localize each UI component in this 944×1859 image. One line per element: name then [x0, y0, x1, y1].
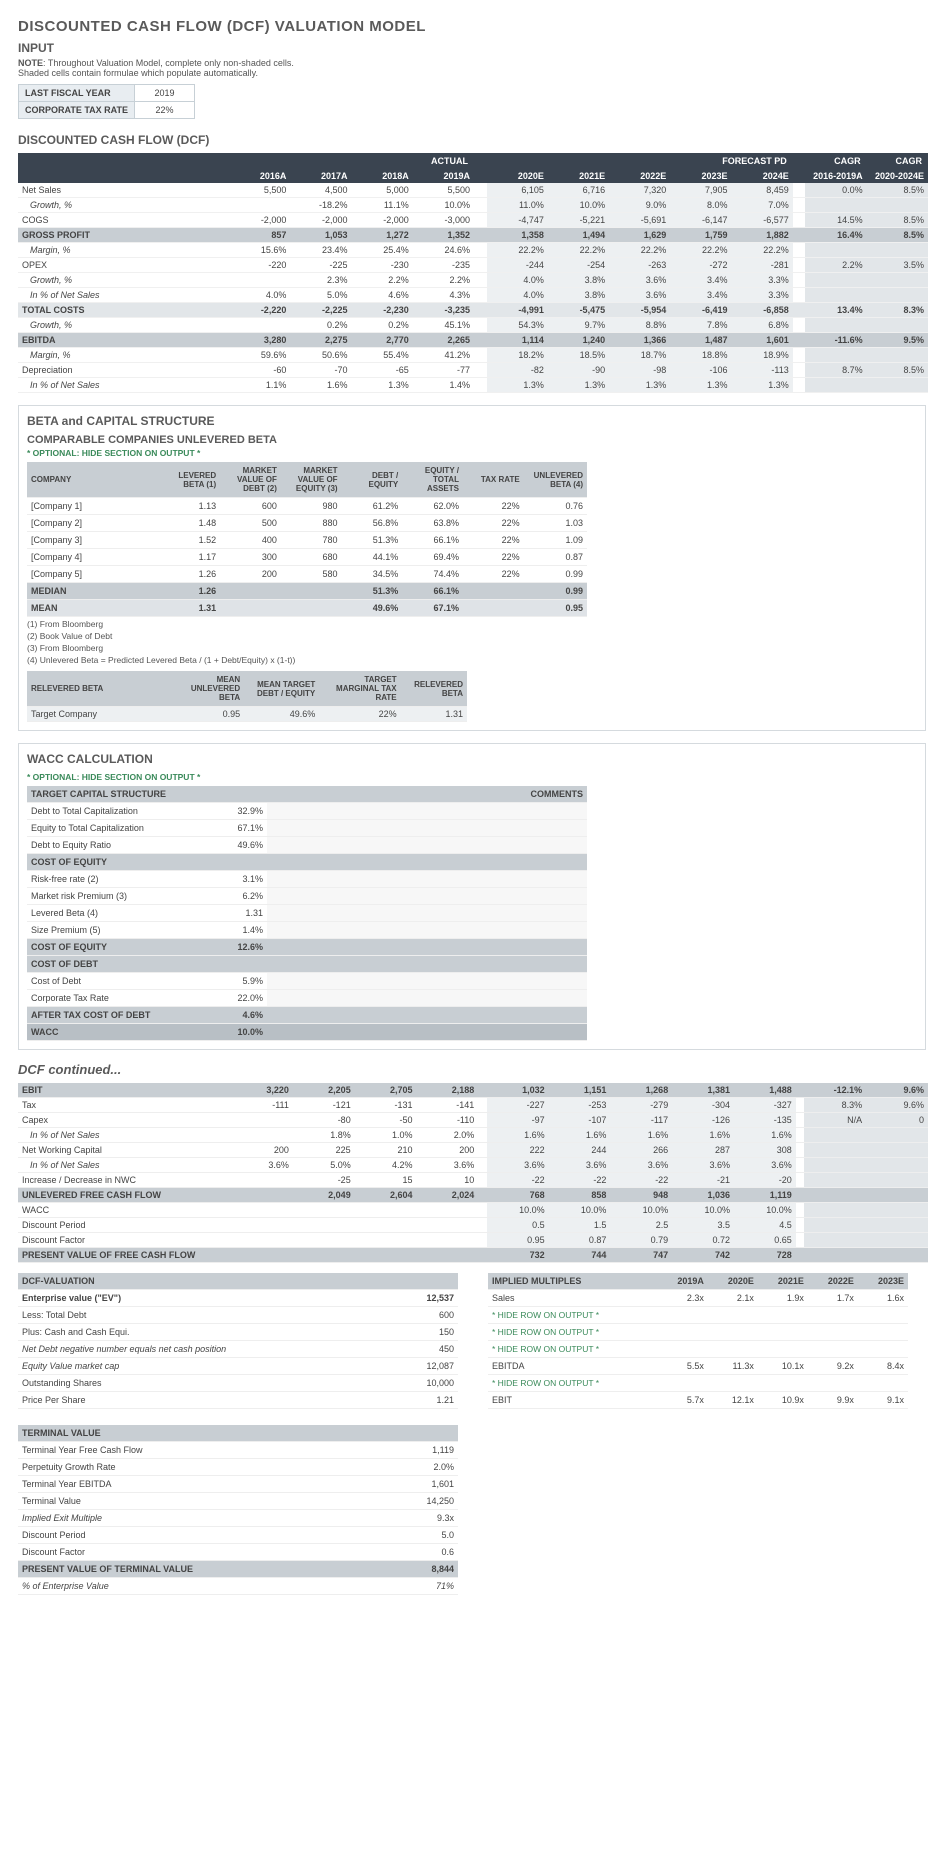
relevered-beta-table: RELEVERED BETAMEAN UNLEVERED BETAMEAN TA… [27, 671, 467, 722]
dcf-continued-table: EBIT3,2202,2052,7052,1881,0321,1511,2681… [18, 1083, 928, 1263]
page-title: DISCOUNTED CASH FLOW (DCF) VALUATION MOD… [18, 18, 926, 35]
wacc-heading: WACC CALCULATION [27, 752, 917, 766]
note-text: NOTE: NOTE: Throughout Valuation Model, … [18, 58, 298, 78]
input-table: LAST FISCAL YEAR2019 CORPORATE TAX RATE2… [18, 84, 195, 119]
beta-heading: BETA and CAPITAL STRUCTURE [27, 414, 917, 428]
corp-tax-rate-value[interactable]: 22% [135, 102, 195, 119]
last-fiscal-year-label: LAST FISCAL YEAR [19, 85, 135, 102]
dcf-heading: DISCOUNTED CASH FLOW (DCF)DISCOUNTED CAS… [18, 133, 926, 147]
optional-note-1: * OPTIONAL: HIDE SECTION ON OUTPUT * [27, 448, 917, 458]
beta-table: COMPANYLEVERED BETA (1)MARKET VALUE OF D… [27, 462, 587, 617]
dcf-valuation-table: DCF-VALUATIONEnterprise value ("EV")12,5… [18, 1273, 458, 1409]
corp-tax-rate-label: CORPORATE TAX RATE [19, 102, 135, 119]
last-fiscal-year-value[interactable]: 2019 [135, 85, 195, 102]
input-heading: INPUT [18, 41, 926, 55]
implied-multiples-table: IMPLIED MULTIPLES2019A2020E2021E2022E202… [488, 1273, 908, 1409]
optional-note-2: * OPTIONAL: HIDE SECTION ON OUTPUT * [27, 772, 917, 782]
comp-heading: COMPARABLE COMPANIES UNLEVERED BETA [27, 434, 917, 446]
dcf-table: ACTUALFORECAST PDCAGRCAGR2016A2017A2018A… [18, 153, 928, 393]
terminal-value-table: TERMINAL VALUETerminal Year Free Cash Fl… [18, 1425, 458, 1595]
wacc-table: TARGET CAPITAL STRUCTURECOMMENTSDebt to … [27, 786, 587, 1041]
dcf-continued: DCF continued... [18, 1062, 926, 1077]
